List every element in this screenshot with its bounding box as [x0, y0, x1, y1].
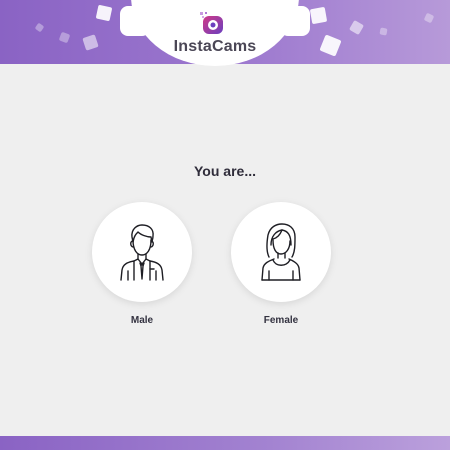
footer-band — [0, 436, 450, 450]
male-avatar-icon — [120, 224, 164, 281]
brand-name: InstaCams — [173, 38, 257, 55]
confetti-decoration — [58, 31, 71, 44]
gender-select-page: InstaCams You are... Male Female — [0, 0, 450, 450]
confetti-decoration — [82, 34, 99, 51]
confetti-decoration — [95, 4, 113, 22]
question-title: You are... — [194, 163, 256, 179]
female-avatar-icon — [261, 223, 301, 281]
female-option[interactable]: Female — [231, 202, 331, 326]
confetti-decoration — [423, 12, 435, 24]
male-option-label: Male — [130, 315, 154, 326]
webcam-logo-icon — [200, 12, 223, 34]
confetti-decoration — [319, 34, 342, 57]
female-option-label: Female — [263, 315, 299, 326]
confetti-decoration — [379, 27, 388, 36]
confetti-decoration — [309, 6, 328, 25]
confetti-decoration — [34, 22, 45, 33]
male-avatar-button[interactable] — [92, 202, 192, 302]
male-option[interactable]: Male — [92, 202, 192, 326]
confetti-decoration — [348, 19, 365, 36]
female-avatar-button[interactable] — [231, 202, 331, 302]
